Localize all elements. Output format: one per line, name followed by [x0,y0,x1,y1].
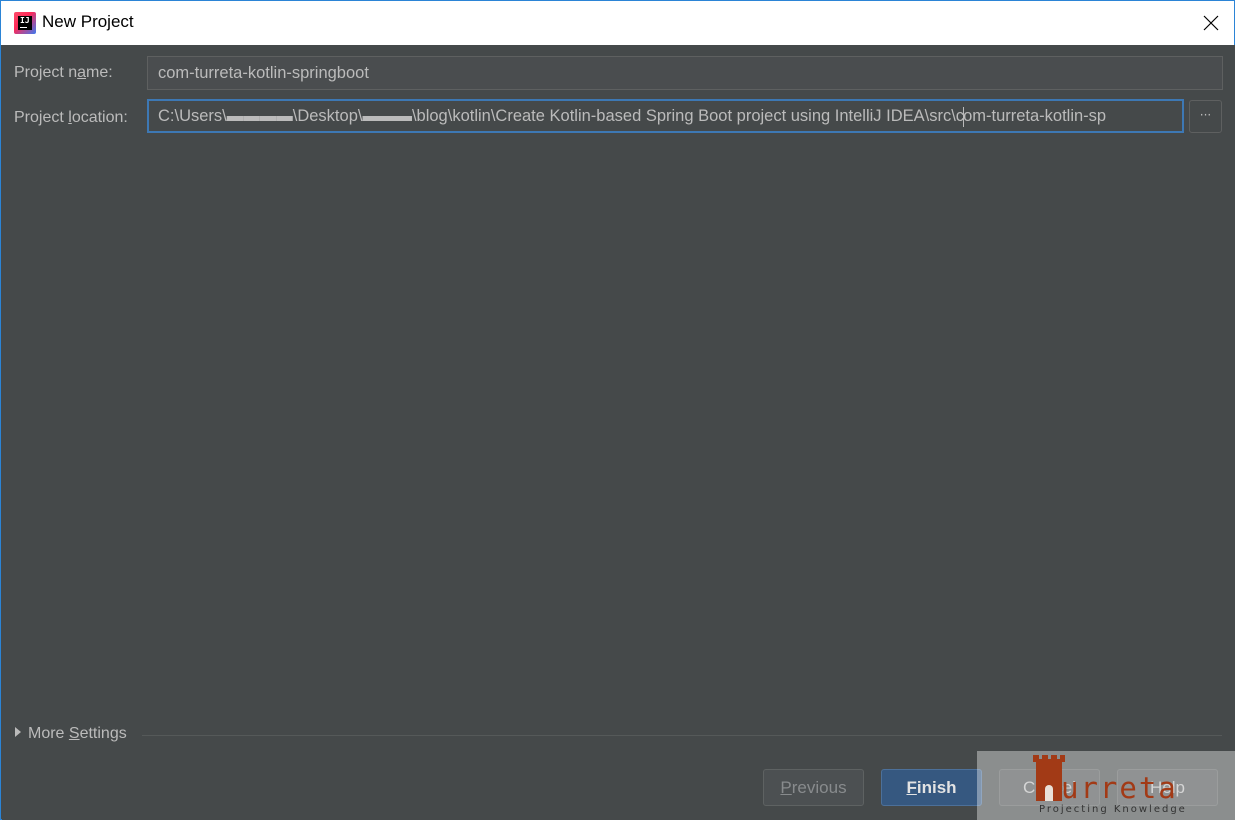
close-icon [1203,15,1219,31]
title-bar[interactable]: IJ New Project [1,1,1234,45]
project-location-value-start: C:\Users\▬▬▬▬\Desktop\▬▬▬\blog\kotlin\Cr… [158,107,965,125]
project-location-value-end: om-turreta-kotlin-sp [963,107,1107,125]
expand-triangle-icon [15,727,21,737]
help-button[interactable]: Help [1117,769,1218,806]
project-location-input[interactable]: C:\Users\▬▬▬▬\Desktop\▬▬▬\blog\kotlin\Cr… [147,99,1184,133]
cancel-button[interactable]: Cancel [999,769,1100,806]
divider [142,735,1222,736]
dialog-content: Project name: com-turreta-kotlin-springb… [2,45,1235,820]
previous-button[interactable]: Previous [763,769,864,806]
window-title: New Project [42,12,134,31]
intellij-idea-icon: IJ [14,12,36,34]
browse-location-button[interactable]: ··· [1189,100,1222,133]
project-location-label: Project location: [14,109,128,126]
project-name-value: com-turreta-kotlin-springboot [158,64,369,82]
close-button[interactable] [1188,1,1234,45]
more-settings-toggle[interactable]: More Settings [15,725,127,743]
new-project-dialog: IJ New Project Project name: com-turreta… [0,0,1235,820]
finish-button[interactable]: Finish [881,769,982,806]
project-name-input[interactable]: com-turreta-kotlin-springboot [147,56,1223,90]
project-name-label: Project name: [14,64,113,81]
